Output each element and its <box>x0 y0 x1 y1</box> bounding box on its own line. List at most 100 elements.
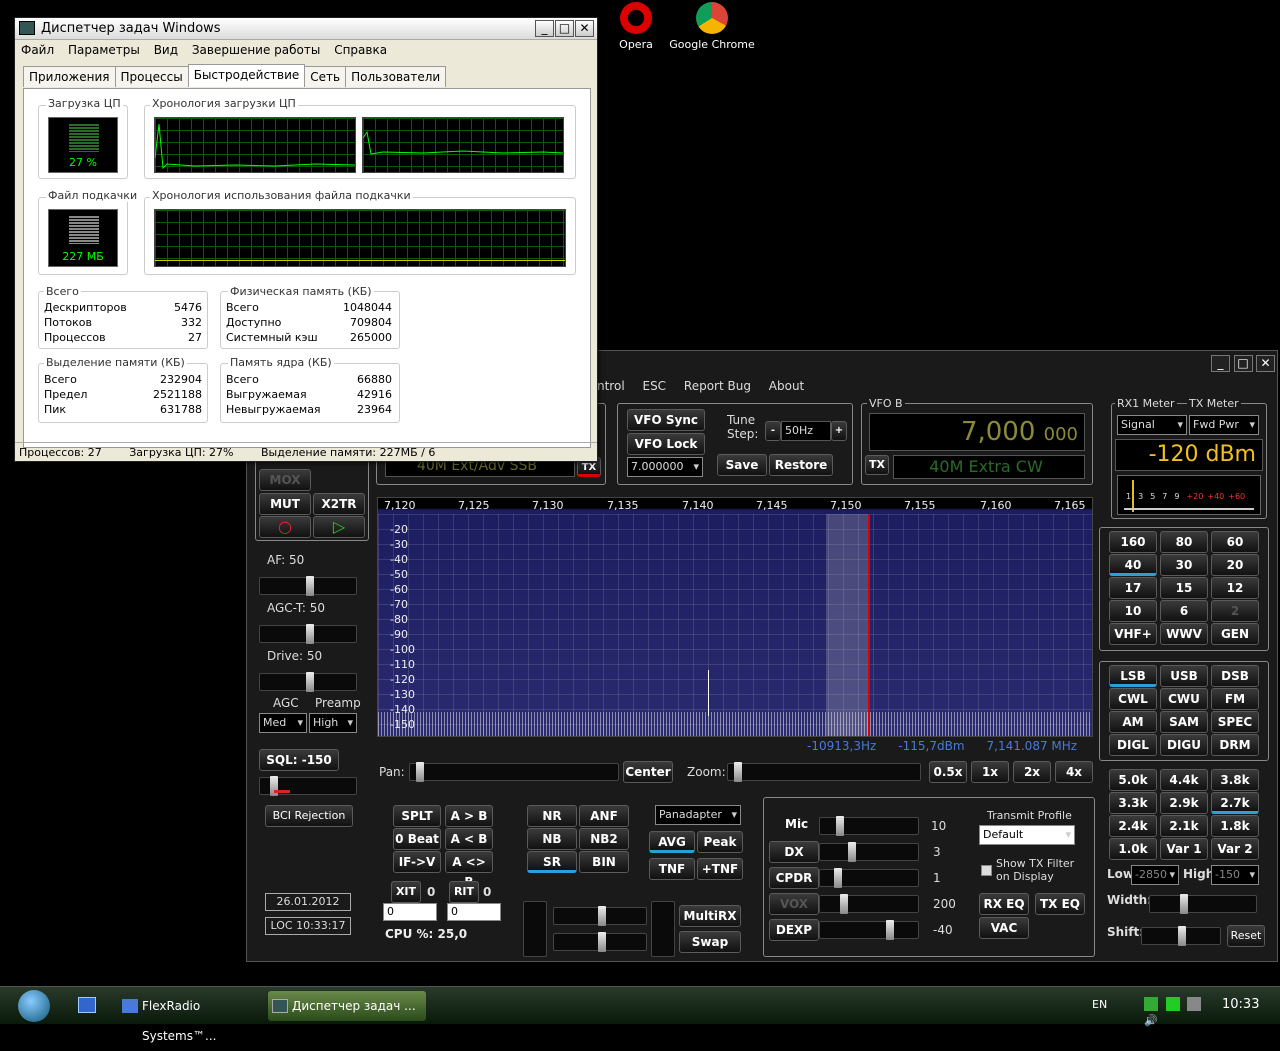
slider-thumb[interactable] <box>270 776 278 796</box>
zoom-0-5x-button[interactable]: 0.5x <box>929 761 967 783</box>
display-mode-select[interactable]: Panadapter <box>655 805 741 825</box>
band-15[interactable]: 15 <box>1160 577 1208 599</box>
mode-dsb[interactable]: DSB <box>1211 665 1259 687</box>
bci-rejection-button[interactable]: BCI Rejection <box>265 805 353 827</box>
slider-thumb[interactable] <box>306 576 314 596</box>
band-160[interactable]: 160 <box>1109 531 1157 553</box>
maximize-button[interactable]: □ <box>555 20 574 37</box>
filter-2-9k[interactable]: 2.9k <box>1160 792 1208 814</box>
rx1-vertical-slider[interactable] <box>523 901 547 957</box>
a-swap-b-button[interactable]: A <> B <box>445 851 493 889</box>
vfo-lock-button[interactable]: VFO Lock <box>627 433 705 455</box>
width-slider[interactable] <box>1149 894 1257 914</box>
slider-thumb[interactable] <box>1178 926 1186 946</box>
mode-spec[interactable]: SPEC <box>1211 711 1259 733</box>
band-wwv[interactable]: WWV <box>1160 623 1208 645</box>
b-to-a-button[interactable]: A < B <box>445 828 493 850</box>
center-button[interactable]: Center <box>623 761 673 783</box>
zoom-1x-button[interactable]: 1x <box>971 761 1009 783</box>
band-30[interactable]: 30 <box>1160 554 1208 576</box>
band-12[interactable]: 12 <box>1211 577 1259 599</box>
if-to-v-button[interactable]: IF->V <box>393 851 441 873</box>
filter-var1[interactable]: Var 1 <box>1160 838 1208 860</box>
rit-input[interactable]: 0 <box>447 903 501 921</box>
vfob-tx-button[interactable]: TX <box>865 455 889 475</box>
slider-thumb[interactable] <box>598 932 606 952</box>
rx-gain-slider-1[interactable] <box>553 906 647 926</box>
tx-meter-select[interactable]: Fwd Pwr <box>1189 415 1259 435</box>
network-status-icon[interactable] <box>1187 997 1201 1011</box>
mode-cwl[interactable]: CWL <box>1109 688 1157 710</box>
menu-esc[interactable]: ESC <box>642 379 666 393</box>
volume-icon[interactable]: 🔊 <box>1144 1014 1158 1028</box>
cpdr-slider[interactable] <box>819 868 919 888</box>
language-indicator[interactable]: EN <box>1092 998 1107 1011</box>
dx-slider[interactable] <box>819 842 919 862</box>
tab-applications[interactable]: Приложения <box>23 66 116 87</box>
zero-beat-button[interactable]: 0 Beat <box>393 828 441 850</box>
taskbar-item-flexradio[interactable]: FlexRadio Systems™... <box>118 991 264 1043</box>
slider-thumb[interactable] <box>840 894 848 914</box>
dx-button[interactable]: DX <box>769 841 819 863</box>
tab-users[interactable]: Пользователи <box>345 66 447 87</box>
filter-5-0k[interactable]: 5.0k <box>1109 769 1157 791</box>
mode-cwu[interactable]: CWU <box>1160 688 1208 710</box>
menu-file[interactable]: Файл <box>21 43 54 57</box>
rx-gain-slider-2[interactable] <box>553 932 647 952</box>
xit-input[interactable]: 0 <box>383 903 437 921</box>
band-vhf[interactable]: VHF+ <box>1109 623 1157 645</box>
nb2-button[interactable]: NB2 <box>579 828 629 850</box>
band-17[interactable]: 17 <box>1109 577 1157 599</box>
menu-report-bug[interactable]: Report Bug <box>684 379 751 393</box>
filter-3-8k[interactable]: 3.8k <box>1211 769 1259 791</box>
quicklaunch-icon[interactable] <box>78 997 96 1013</box>
tab-performance[interactable]: Быстродействие <box>187 64 306 87</box>
dexp-button[interactable]: DEXP <box>769 919 819 941</box>
filter-var2[interactable]: Var 2 <box>1211 838 1259 860</box>
slider-thumb[interactable] <box>306 624 314 644</box>
vac-button[interactable]: VAC <box>979 917 1029 939</box>
slider-thumb[interactable] <box>848 842 856 862</box>
band-2[interactable]: 2 <box>1211 600 1259 622</box>
nr-button[interactable]: NR <box>527 805 577 827</box>
rit-button[interactable]: RIT <box>449 881 479 903</box>
record-button[interactable]: ○ <box>259 516 311 538</box>
tx-eq-button[interactable]: TX EQ <box>1035 893 1085 915</box>
vfo-sync-button[interactable]: VFO Sync <box>627 409 705 431</box>
mode-usb[interactable]: USB <box>1160 665 1208 687</box>
a-to-b-button[interactable]: A > B <box>445 805 493 827</box>
avg-button[interactable]: AVG <box>649 831 695 853</box>
slider-thumb[interactable] <box>886 920 894 940</box>
slider-thumb[interactable] <box>416 762 424 782</box>
zoom-slider[interactable] <box>727 762 921 782</box>
filter-1-0k[interactable]: 1.0k <box>1109 838 1157 860</box>
nb-button[interactable]: NB <box>527 828 577 850</box>
split-button[interactable]: SPLT <box>393 805 441 827</box>
filter-2-1k[interactable]: 2.1k <box>1160 815 1208 837</box>
vox-button[interactable]: VOX <box>769 893 819 915</box>
cpdr-button[interactable]: CPDR <box>769 867 819 889</box>
tab-processes[interactable]: Процессы <box>114 66 189 87</box>
band-10[interactable]: 10 <box>1109 600 1157 622</box>
drive-slider[interactable] <box>259 672 357 692</box>
menu-shutdown[interactable]: Завершение работы <box>192 43 321 57</box>
mode-fm[interactable]: FM <box>1211 688 1259 710</box>
close-button[interactable]: ✕ <box>575 20 594 37</box>
band-80[interactable]: 80 <box>1160 531 1208 553</box>
xit-button[interactable]: XIT <box>391 881 421 903</box>
filter-1-8k[interactable]: 1.8k <box>1211 815 1259 837</box>
filter-2-7k[interactable]: 2.7k <box>1211 792 1259 814</box>
tune-step-minus[interactable]: - <box>765 421 781 441</box>
vfo-freq-input[interactable]: 7.000000 <box>627 457 703 477</box>
af-slider[interactable] <box>259 576 357 596</box>
zoom-4x-button[interactable]: 4x <box>1055 761 1093 783</box>
multirx-button[interactable]: MultiRX <box>679 905 741 927</box>
mode-am[interactable]: AM <box>1109 711 1157 733</box>
desktop-icon-chrome[interactable]: Google Chrome <box>667 2 757 51</box>
menu-control[interactable]: ntrol <box>597 379 625 393</box>
mode-digu[interactable]: DIGU <box>1160 734 1208 756</box>
high-input[interactable]: -150 <box>1211 865 1259 885</box>
mic-slider[interactable] <box>819 816 919 836</box>
preamp-select[interactable]: High <box>309 713 357 733</box>
start-button[interactable] <box>18 990 50 1022</box>
